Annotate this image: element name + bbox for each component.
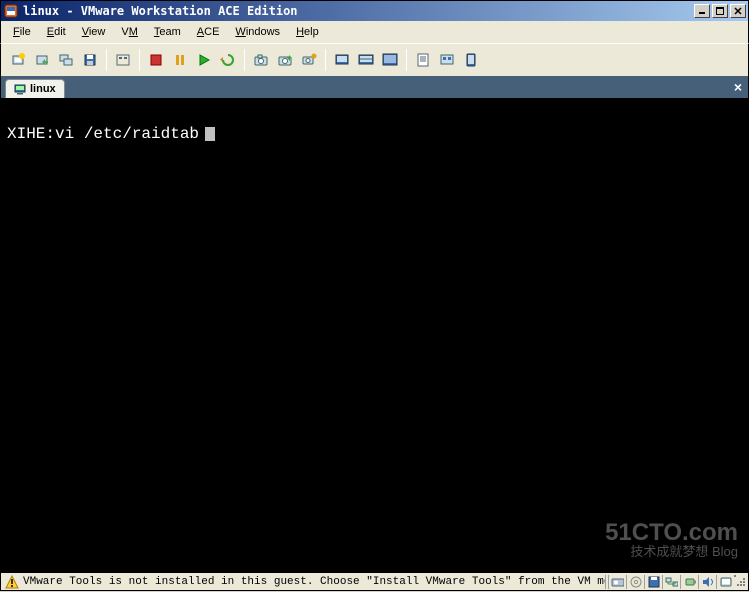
stop-button[interactable] xyxy=(145,49,167,71)
tab-vm-icon xyxy=(14,83,26,95)
device-tray xyxy=(606,575,734,589)
menu-windows[interactable]: Windows xyxy=(227,24,288,40)
revert-snapshot-button[interactable] xyxy=(274,49,296,71)
quick-switch-button[interactable] xyxy=(355,49,377,71)
hard-disk-icon[interactable] xyxy=(608,575,624,589)
title-bar: linux - VMware Workstation ACE Edition xyxy=(0,0,749,21)
tab-label: linux xyxy=(30,83,56,95)
menu-view[interactable]: View xyxy=(74,24,114,40)
menu-vm[interactable]: VM xyxy=(113,24,146,40)
usb-icon[interactable] xyxy=(680,575,696,589)
summary-button[interactable] xyxy=(412,49,434,71)
cd-icon[interactable] xyxy=(626,575,642,589)
maximize-button[interactable] xyxy=(712,4,728,18)
new-team-button[interactable] xyxy=(55,49,77,71)
appliance-button[interactable] xyxy=(436,49,458,71)
window-title: linux - VMware Workstation ACE Edition xyxy=(23,4,694,18)
minimize-button[interactable] xyxy=(694,4,710,18)
guest-console[interactable]: XIHE:vi /etc/raidtab 51CTO.com 技术成就梦想 Bl… xyxy=(0,98,749,573)
new-vm-button[interactable] xyxy=(7,49,29,71)
menu-team[interactable]: Team xyxy=(146,24,189,40)
favorites-button[interactable] xyxy=(112,49,134,71)
status-warning[interactable]: VMware Tools is not installed in this gu… xyxy=(1,575,606,589)
fullscreen-button[interactable] xyxy=(379,49,401,71)
input-grab-icon[interactable] xyxy=(716,575,732,589)
status-bar: VMware Tools is not installed in this gu… xyxy=(0,573,749,591)
toolbar xyxy=(0,43,749,76)
network-icon[interactable] xyxy=(662,575,678,589)
sound-icon[interactable] xyxy=(698,575,714,589)
menu-help[interactable]: Help xyxy=(288,24,327,40)
menu-edit[interactable]: Edit xyxy=(39,24,74,40)
show-console-button[interactable] xyxy=(331,49,353,71)
snapshot-button[interactable] xyxy=(250,49,272,71)
tab-close-button[interactable]: × xyxy=(734,79,742,95)
menu-ace[interactable]: ACE xyxy=(189,24,228,40)
save-button[interactable] xyxy=(79,49,101,71)
console-line: XIHE:vi /etc/raidtab xyxy=(7,125,742,143)
menu-file[interactable]: File xyxy=(5,24,39,40)
play-button[interactable] xyxy=(193,49,215,71)
app-icon xyxy=(3,3,19,19)
watermark: 51CTO.com 技术成就梦想 Blog xyxy=(605,521,738,558)
window-controls xyxy=(694,4,746,18)
unity-button[interactable] xyxy=(460,49,482,71)
resize-grip[interactable] xyxy=(734,575,748,589)
open-vm-button[interactable] xyxy=(31,49,53,71)
reset-button[interactable] xyxy=(217,49,239,71)
tab-strip: linux × xyxy=(0,76,749,98)
floppy-icon[interactable] xyxy=(644,575,660,589)
terminal-cursor xyxy=(205,127,215,141)
warning-icon xyxy=(5,575,19,589)
snapshot-manage-button[interactable] xyxy=(298,49,320,71)
close-button[interactable] xyxy=(730,4,746,18)
pause-button[interactable] xyxy=(169,49,191,71)
menu-bar: File Edit View VM Team ACE Windows Help xyxy=(0,21,749,43)
status-message: VMware Tools is not installed in this gu… xyxy=(23,576,606,588)
tab-linux[interactable]: linux xyxy=(5,79,65,98)
